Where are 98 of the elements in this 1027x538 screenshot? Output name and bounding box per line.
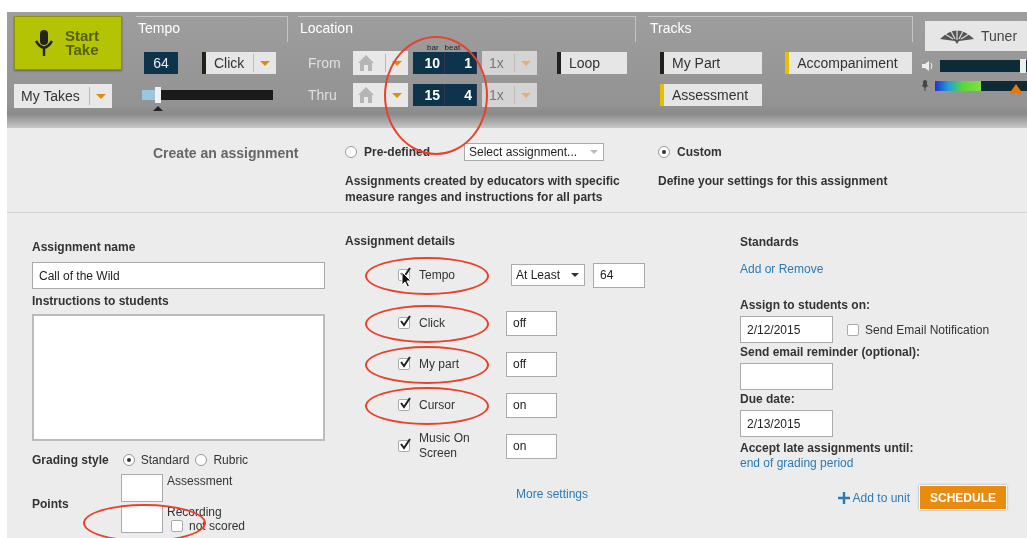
caret-icon bbox=[521, 92, 531, 98]
beat-value: 4 bbox=[445, 84, 477, 106]
setting-input[interactable]: off bbox=[506, 310, 557, 336]
radio-button[interactable] bbox=[345, 146, 357, 158]
end-of-grading-period-link[interactable]: end of grading period bbox=[740, 456, 1007, 471]
assignment-select[interactable]: Select assignment... bbox=[464, 143, 604, 161]
points-label: Assessment bbox=[167, 474, 233, 488]
checkbox[interactable] bbox=[171, 520, 183, 532]
bar-value: 15 bbox=[413, 84, 445, 106]
name-input[interactable]: Call of the Wild bbox=[32, 262, 325, 289]
caret-icon bbox=[590, 150, 598, 154]
option-description: Define your settings for this assignment bbox=[658, 173, 889, 189]
caret-icon bbox=[96, 93, 106, 99]
volume-slider[interactable] bbox=[940, 60, 1027, 72]
row-label: From bbox=[307, 55, 342, 71]
beat-value: 1 bbox=[445, 52, 477, 74]
bar-label: bar bbox=[427, 43, 439, 52]
radio-button[interactable] bbox=[658, 146, 670, 158]
toggle-button[interactable]: Click bbox=[202, 52, 276, 74]
home-icon bbox=[357, 54, 375, 72]
check-mark-icon bbox=[399, 356, 411, 368]
radio-button[interactable] bbox=[122, 454, 135, 466]
field-label: Assignment name bbox=[32, 240, 137, 254]
setting-input[interactable]: on bbox=[506, 433, 557, 459]
triangle-marker-icon bbox=[1008, 84, 1023, 94]
checkbox-label: Send Email Notification bbox=[865, 322, 990, 337]
tuner-button[interactable]: Tuner bbox=[925, 21, 1027, 51]
radio-button[interactable] bbox=[195, 454, 208, 466]
checkbox[interactable] bbox=[847, 323, 859, 336]
date-input[interactable]: 2/12/2015 bbox=[740, 316, 833, 343]
home-icon bbox=[357, 86, 375, 104]
checkbox-label: Click bbox=[419, 315, 446, 331]
caret-icon bbox=[260, 60, 270, 66]
check-mark-icon bbox=[399, 438, 411, 450]
check-mark-icon bbox=[399, 397, 411, 409]
setting-input[interactable]: off bbox=[506, 351, 557, 377]
date-input[interactable]: 2/13/2015 bbox=[740, 410, 833, 437]
checkbox-label: My part bbox=[419, 356, 460, 372]
row-label: Thru bbox=[307, 87, 338, 103]
field-label: Points bbox=[32, 496, 70, 511]
check-mark-icon bbox=[399, 315, 411, 327]
my-takes-dropdown[interactable]: My Takes bbox=[14, 84, 112, 108]
checkbox-label: Music On Screen bbox=[419, 431, 471, 461]
beat-label: beat bbox=[444, 43, 461, 52]
home-dropdown[interactable] bbox=[353, 51, 408, 75]
late-policy-text: Accept late assignments until: end of grading period bbox=[740, 441, 1007, 471]
section-title: Tempo bbox=[138, 20, 181, 36]
checkbox[interactable] bbox=[398, 440, 410, 452]
radio-label: Custom bbox=[677, 145, 722, 159]
radio-label: Rubric bbox=[213, 453, 249, 467]
instructions-textarea[interactable] bbox=[32, 314, 325, 441]
toggle-button[interactable]: Loop bbox=[557, 52, 627, 74]
field-label: Instructions to students bbox=[32, 294, 170, 308]
caret-icon bbox=[392, 92, 402, 98]
field-label: Assign to students on: bbox=[740, 298, 871, 312]
checkbox[interactable] bbox=[398, 317, 410, 329]
setting-input[interactable]: on bbox=[506, 392, 557, 418]
triangle-marker-icon bbox=[152, 106, 163, 111]
section-title: Create an assignment bbox=[153, 144, 300, 163]
tempo-value: 64 bbox=[144, 52, 178, 74]
field-label: Send email reminder (optional): bbox=[740, 345, 922, 359]
speaker-icon bbox=[921, 60, 935, 72]
caret-icon bbox=[571, 273, 579, 277]
section-title: Tracks bbox=[650, 20, 692, 36]
section-title: Location bbox=[300, 20, 353, 36]
section-title: Assignment details bbox=[345, 234, 457, 248]
field-label: Due date: bbox=[740, 392, 796, 406]
add-to-unit-link[interactable]: Add to unit bbox=[837, 490, 910, 505]
microphone-icon bbox=[921, 80, 930, 92]
bar-value: 10 bbox=[413, 52, 445, 74]
plus-icon bbox=[837, 491, 850, 504]
date-input[interactable] bbox=[740, 363, 833, 390]
checkbox-label: Cursor bbox=[419, 397, 456, 413]
checkbox[interactable] bbox=[398, 358, 410, 370]
toggle-button[interactable]: Assessment bbox=[660, 84, 763, 106]
caret-icon bbox=[521, 60, 531, 66]
gauge-icon bbox=[939, 27, 975, 45]
checkbox-label: Tempo bbox=[419, 267, 457, 283]
mode-select[interactable]: At Least bbox=[511, 264, 585, 286]
field-label: Grading style bbox=[32, 453, 109, 467]
toggle-button[interactable]: Accompaniment bbox=[785, 52, 912, 74]
mouse-pointer-icon bbox=[401, 271, 412, 288]
tempo-input[interactable]: 64 bbox=[593, 262, 645, 288]
home-dropdown[interactable] bbox=[353, 83, 408, 107]
points-input[interactable] bbox=[121, 505, 163, 533]
option-description: Assignments created by educators with specific measure ranges and instructions for all parts bbox=[345, 173, 621, 205]
radio-label: Pre-defined bbox=[364, 145, 430, 159]
radio-label: Standard bbox=[140, 453, 190, 467]
add-or-remove-link[interactable]: Add or Remove bbox=[740, 262, 1007, 276]
section-title: Standards bbox=[740, 235, 800, 249]
checkbox[interactable] bbox=[398, 399, 410, 411]
toggle-button[interactable]: My Part bbox=[660, 52, 763, 74]
start-take-button[interactable]: Start Take bbox=[14, 16, 122, 70]
points-input[interactable] bbox=[121, 474, 163, 502]
more-settings-link[interactable]: More settings bbox=[516, 487, 720, 501]
slider-thumb[interactable] bbox=[1019, 59, 1026, 73]
caret-icon bbox=[392, 60, 402, 66]
microphone-icon bbox=[34, 30, 54, 56]
